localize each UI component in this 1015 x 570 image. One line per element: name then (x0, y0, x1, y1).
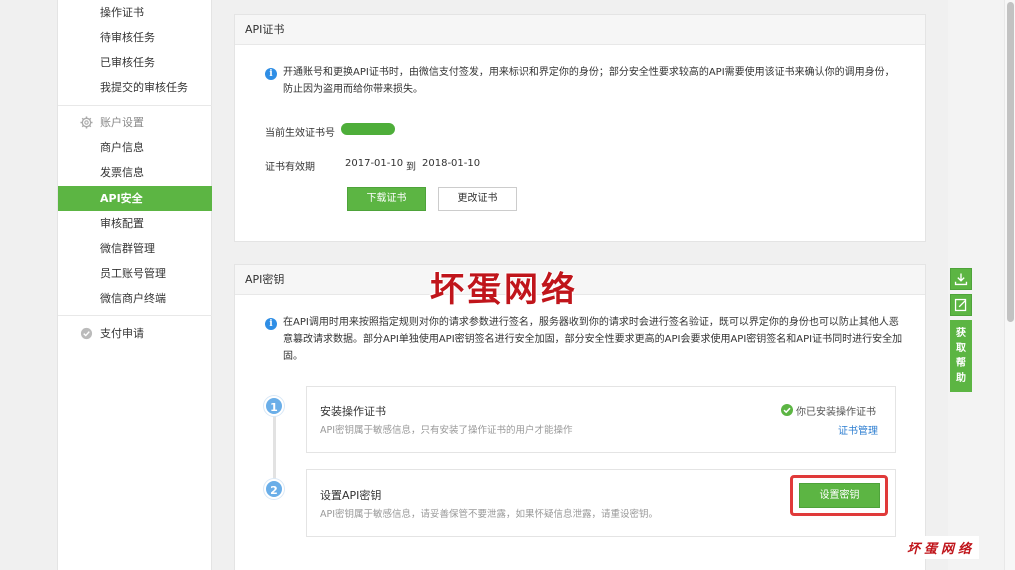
watermark-small: 坏蛋网络 (903, 536, 980, 559)
info-icon: i (265, 68, 277, 80)
scrollbar-thumb[interactable] (1007, 2, 1014, 322)
step-1-title: 安装操作证书 (320, 405, 386, 418)
validity-label: 证书有效期 (265, 162, 315, 173)
step-connector (273, 414, 276, 484)
pay-apply-icon (80, 327, 93, 340)
gear-icon (80, 116, 93, 129)
step-2-number: 2 (264, 479, 284, 499)
sidebar-divider (58, 105, 212, 106)
validity-end: 2018-01-10 (422, 158, 481, 169)
sidebar-group-label: 账户设置 (100, 116, 144, 129)
sidebar-group-label: 支付申请 (100, 327, 144, 340)
sidebar-item-pending-review[interactable]: 待审核任务 (58, 25, 212, 50)
download-tool-button[interactable] (950, 268, 972, 290)
api-cert-title: API证书 (235, 15, 925, 45)
api-key-info: 在API调用时用来按照指定规则对你的请求参数进行签名，服务器收到你的请求时会进行… (283, 317, 903, 362)
sidebar-item-api-security[interactable]: API安全 (58, 186, 212, 211)
change-cert-button[interactable]: 更改证书 (438, 187, 517, 211)
sidebar-group-account: 账户设置 (58, 110, 212, 135)
cert-installed-status: 你已安装操作证书 (796, 407, 876, 418)
sidebar-item-staff-accounts[interactable]: 员工账号管理 (58, 261, 212, 286)
validity-start: 2017-01-10 (345, 158, 404, 169)
sidebar-item-reviewed[interactable]: 已审核任务 (58, 50, 212, 75)
api-key-title: API密钥 (235, 265, 925, 295)
step-1-desc: API密钥属于敏感信息，只有安装了操作证书的用户才能操作 (320, 425, 573, 436)
sidebar-item-merchant-terminal[interactable]: 微信商户终端 (58, 286, 212, 311)
sidebar-group-pay-apply[interactable]: 支付申请 (58, 321, 212, 346)
api-cert-info: 开通账号和更换API证书时，由微信支付签发，用来标识和界定你的身份；部分安全性要… (283, 67, 895, 95)
download-icon (954, 273, 968, 286)
sidebar-item-operation-cert[interactable]: 操作证书 (58, 0, 212, 25)
sidebar-item-my-submitted[interactable]: 我提交的审核任务 (58, 75, 212, 100)
sidebar: 操作证书 待审核任务 已审核任务 我提交的审核任务 账户设置 商户信息 发票信息… (57, 0, 212, 570)
sidebar-item-wechat-group[interactable]: 微信群管理 (58, 236, 212, 261)
sidebar-divider (58, 315, 212, 316)
step-1-number: 1 (264, 396, 284, 416)
get-help-button[interactable]: 获取帮助 (950, 320, 972, 392)
cert-manage-link[interactable]: 证书管理 (838, 422, 878, 437)
sidebar-item-review-config[interactable]: 审核配置 (58, 211, 212, 236)
step-1-card (306, 386, 896, 453)
current-cert-label: 当前生效证书号 (265, 128, 335, 139)
check-circle-icon (781, 404, 793, 416)
sidebar-item-merchant-info[interactable]: 商户信息 (58, 135, 212, 160)
set-key-button[interactable]: 设置密钥 (799, 483, 880, 508)
step-2-title: 设置API密钥 (320, 489, 382, 502)
validity-to: 到 (406, 162, 416, 173)
api-cert-panel: API证书 (234, 14, 926, 242)
feedback-tool-button[interactable] (950, 294, 972, 316)
info-icon: i (265, 318, 277, 330)
edit-icon (954, 298, 967, 312)
sidebar-item-invoice-info[interactable]: 发票信息 (58, 160, 212, 185)
step-2-desc: API密钥属于敏感信息，请妥善保管不要泄露，如果怀疑信息泄露，请重设密钥。 (320, 509, 659, 520)
watermark-large: 坏蛋网络 (430, 270, 578, 310)
scrollbar[interactable] (1004, 0, 1015, 570)
cert-number-redacted (341, 123, 395, 135)
download-cert-button[interactable]: 下载证书 (347, 187, 426, 211)
help-label: 获取帮助 (956, 328, 966, 384)
